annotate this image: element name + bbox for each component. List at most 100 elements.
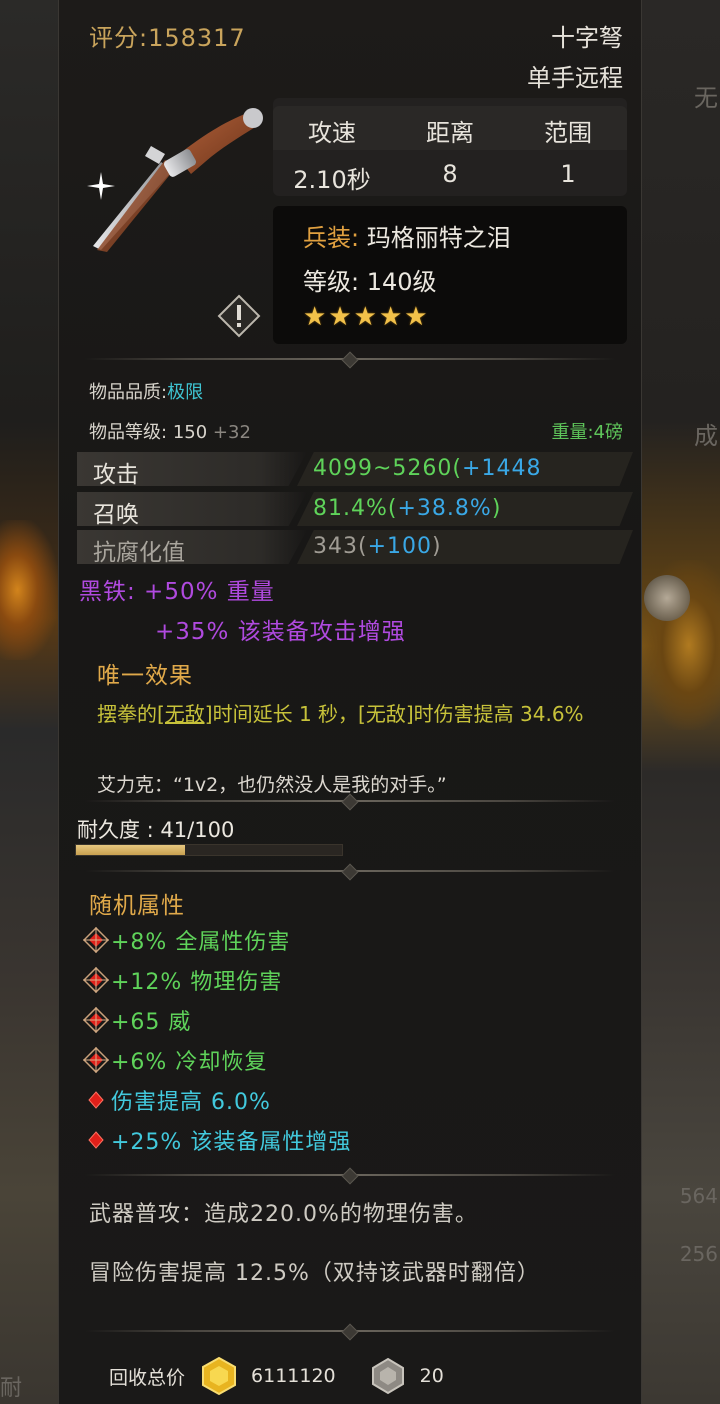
random-attr-item: +12% 物理伤害: [83, 964, 282, 996]
recycle-label: 回收总价: [109, 1366, 186, 1389]
random-attr-text: 伤害提高 6.0%: [111, 1090, 271, 1115]
attr-bonus: +38.8%: [397, 496, 492, 521]
stats-header-row: 攻速 距离 范围: [273, 106, 627, 150]
level-line: 等级: 140级: [303, 262, 437, 297]
stone-value: 20: [419, 1365, 444, 1387]
random-attr-item: +6% 冷却恢复: [83, 1044, 267, 1076]
random-attr-item: +25% 该装备属性增强: [83, 1124, 351, 1156]
bg-num-right-1: 564: [679, 1184, 718, 1208]
attr-label: 抗腐化值: [77, 530, 307, 564]
weapon-stats-table: 攻速 距离 范围 2.10秒 8 1: [273, 98, 627, 196]
unique-effect-text: 摆拳的[无敌]时间延长 1 秒，[无敌]时伤害提高 34.6%: [97, 700, 627, 729]
random-attr-text: +8% 全属性伤害: [111, 930, 291, 955]
unique-text-pre: 摆拳的: [97, 702, 157, 726]
item-quote: 艾力克：“1v2，也仍然没人是我的对手。”: [97, 774, 447, 796]
red-diamond-cross-icon: [83, 1007, 109, 1033]
stone-icon: [371, 1357, 404, 1395]
stat-value-range: 8: [442, 160, 458, 188]
attr-open: (: [358, 534, 368, 559]
attr-value: 81.4%(+38.8%): [297, 492, 633, 526]
random-attr-text: +12% 物理伤害: [111, 970, 283, 995]
attr-bonus: +100: [367, 534, 433, 559]
attr-row-attack: 攻击 4099~5260(+1448: [77, 452, 633, 486]
quality-value: 极限: [167, 382, 204, 403]
flintlock-pistol-icon: [87, 108, 263, 252]
normal-attack-desc: 武器普攻：造成220.0%的物理伤害。: [89, 1202, 478, 1227]
warning-icon[interactable]: [217, 294, 261, 338]
divider: [85, 870, 615, 872]
item-level: 物品等级: 150 +32: [89, 418, 251, 444]
stat-value-area: 1: [560, 160, 576, 188]
item-score: 评分:158317: [89, 24, 246, 52]
star-rating: ★ ★ ★ ★ ★: [303, 304, 428, 330]
stat-header-range: 距离: [426, 119, 474, 147]
item-tooltip-panel: 评分:158317 十字弩 单手远程 攻速 距离 范围 2.10秒 8 1 兵装…: [58, 0, 642, 1404]
red-diamond-cross-icon: [83, 967, 109, 993]
divider: [85, 358, 615, 360]
quality-label: 物品品质:: [89, 382, 168, 403]
weight-label: 重量:: [551, 422, 594, 443]
red-diamond-icon: [88, 1131, 104, 1149]
attr-label: 攻击: [77, 452, 307, 486]
item-level-label: 物品等级:: [89, 422, 168, 443]
set-line: 兵装: 玛格丽特之泪: [303, 218, 511, 253]
divider: [85, 1330, 615, 1332]
red-diamond-icon: [88, 1091, 104, 1109]
stat-header-speed: 攻速: [308, 119, 356, 147]
random-attr-text: +6% 冷却恢复: [111, 1050, 268, 1075]
attr-label: 召唤: [77, 492, 307, 526]
random-attr-text: +25% 该装备属性增强: [111, 1130, 352, 1155]
gold-gem-icon: [202, 1356, 237, 1396]
random-attr-item: +8% 全属性伤害: [83, 924, 290, 956]
durability-bar: [75, 844, 343, 856]
divider: [85, 1174, 615, 1176]
durability-label: 耐久度 : 41/100: [77, 818, 235, 842]
attr-base: 4099~5260: [313, 456, 453, 481]
durability-fill: [76, 845, 186, 855]
recycle-footer: 回收总价 6111120 20: [109, 1356, 444, 1396]
stat-header-area: 范围: [544, 119, 592, 147]
unique-text-post: 时间延长 1 秒，[无敌]时伤害提高 34.6%: [212, 702, 584, 726]
weapon-type: 十字弩: [551, 24, 623, 52]
star-icon: ★: [404, 302, 428, 332]
star-icon: ★: [378, 302, 403, 332]
random-attr-item: +65 威: [83, 1004, 191, 1036]
attr-value: 4099~5260(+1448: [297, 452, 633, 486]
star-icon: ★: [353, 302, 377, 332]
invincible-link[interactable]: [无敌]: [157, 702, 213, 726]
level-value: 140级: [366, 268, 437, 296]
unique-effect-title: 唯一效果: [97, 663, 193, 689]
background-left: 耐: [0, 0, 58, 1404]
material-line-1: 黑铁: +50% 重量: [79, 579, 275, 605]
item-level-value: 150: [172, 422, 208, 443]
attr-row-summon: 召唤 81.4%(+38.8%): [77, 492, 633, 526]
star-icon: ★: [328, 302, 352, 332]
attr-base: 81.4%: [313, 496, 388, 521]
set-name: 玛格丽特之泪: [366, 224, 511, 252]
adventure-damage-desc: 冒险伤害提高 12.5%（双持该武器时翻倍）: [89, 1261, 540, 1286]
attr-close: ): [491, 496, 502, 521]
weight-value: 4磅: [593, 422, 623, 443]
attr-base: 343: [313, 534, 358, 559]
background-right: 无 成 564 256: [642, 0, 720, 1404]
weapon-subtype: 单手远程: [527, 64, 623, 92]
attr-close: ): [432, 534, 442, 559]
attr-open: (: [452, 456, 463, 481]
random-attr-item: 伤害提高 6.0%: [83, 1084, 271, 1116]
random-attrs-title: 随机属性: [89, 893, 185, 919]
bg-text-left: 耐: [0, 1376, 23, 1401]
bg-num-right-2: 256: [679, 1242, 718, 1266]
item-quality: 物品品质:极限: [89, 378, 203, 404]
item-weight: 重量:4磅: [551, 418, 623, 444]
equipment-info-box: 兵装: 玛格丽特之泪 等级: 140级 ★ ★ ★ ★ ★: [273, 206, 627, 344]
material-line-2: +35% 该装备攻击增强: [155, 619, 406, 645]
level-label: 等级:: [303, 268, 360, 296]
gold-value: 6111120: [251, 1365, 336, 1387]
fire-glow: [0, 520, 58, 660]
attr-value: 343(+100): [297, 530, 633, 564]
red-diamond-cross-icon: [83, 1047, 109, 1073]
bg-text-right-2: 成: [694, 422, 718, 450]
bg-text-right-1: 无: [694, 84, 718, 112]
red-diamond-cross-icon: [83, 927, 109, 953]
attr-row-corruption: 抗腐化值 343(+100): [77, 530, 633, 564]
